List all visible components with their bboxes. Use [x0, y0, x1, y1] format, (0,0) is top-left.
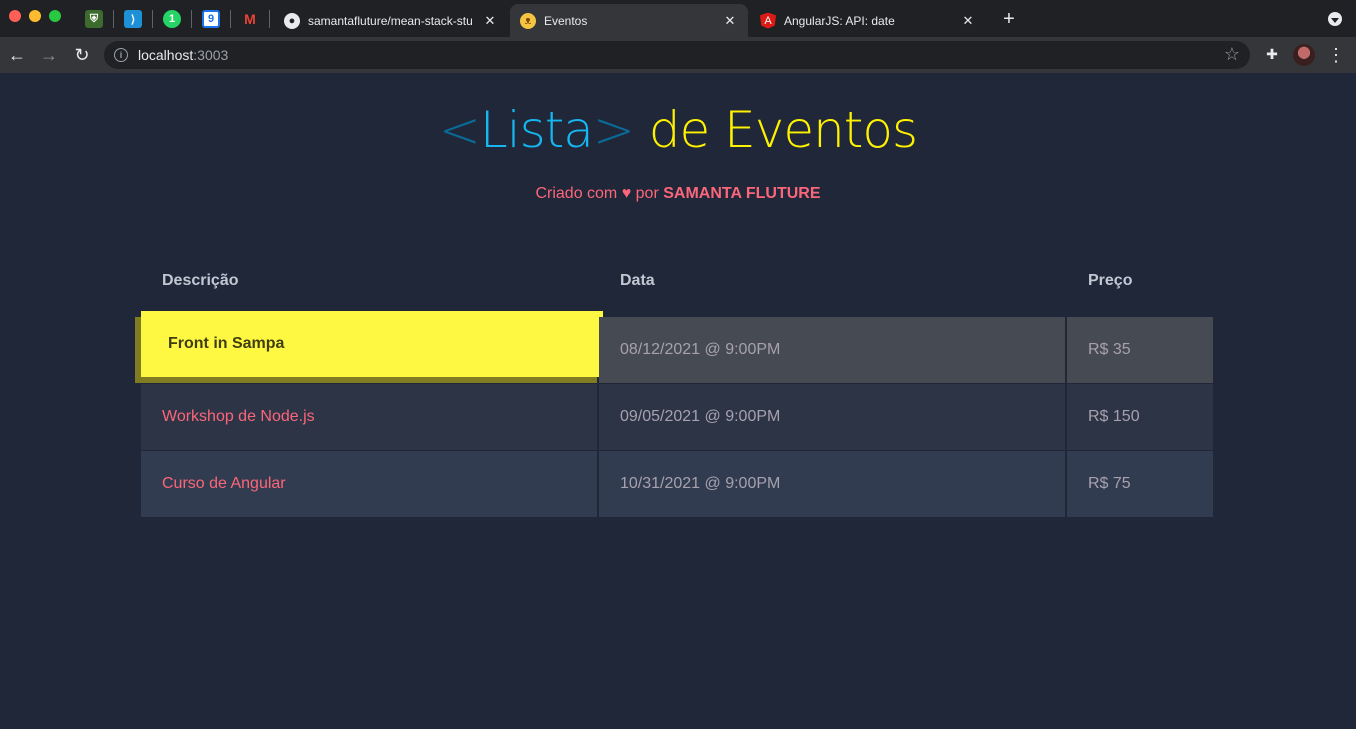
more-menu-icon[interactable]: ⋮ — [1326, 44, 1346, 66]
cell-descricao[interactable]: Front in Sampa — [141, 311, 603, 383]
header-descricao: Descrição — [162, 272, 239, 289]
calendar-icon[interactable]: 9 — [202, 10, 220, 28]
cell-preco: R$ 75 — [1067, 451, 1213, 517]
site-info-icon[interactable]: i — [114, 48, 128, 62]
tab-eventos[interactable]: ᴥ Eventos ✕ — [510, 4, 748, 37]
title-bracket-close: > — [592, 101, 635, 159]
bracket-app-icon[interactable]: ⟩ — [124, 10, 142, 28]
close-tab-icon[interactable]: ✕ — [482, 13, 498, 29]
profile-avatar[interactable] — [1293, 44, 1315, 66]
close-tab-icon[interactable]: ✕ — [960, 13, 976, 29]
title-bracket-open: < — [438, 101, 481, 159]
title-rest: de Eventos — [633, 101, 918, 159]
page-title: <Lista> de Eventos — [0, 101, 1356, 159]
tab-separator — [230, 10, 231, 28]
zoom-window-button[interactable] — [49, 10, 61, 22]
back-arrow-icon[interactable]: ← — [5, 43, 29, 67]
github-icon: ● — [284, 12, 300, 29]
tab-separator — [269, 10, 270, 28]
tab-separator — [152, 10, 153, 28]
address-bar[interactable]: i localhost:3003 ☆ — [104, 41, 1250, 69]
browser-tabstrip: ⛨ ⟩ 1 9 M ● samantafluture/mean-stack-st… — [0, 0, 1356, 37]
close-tab-icon[interactable]: ✕ — [722, 13, 738, 29]
cat-icon: ᴥ — [520, 12, 536, 29]
table-row[interactable]: Workshop de Node.js 09/05/2021 @ 9:00PM … — [141, 384, 1213, 451]
cell-data: 08/12/2021 @ 9:00PM — [599, 317, 1065, 383]
tab-title: Eventos — [544, 13, 588, 28]
tab-separator — [113, 10, 114, 28]
cell-descricao[interactable]: Curso de Angular — [141, 451, 597, 517]
new-tab-button[interactable]: + — [998, 8, 1020, 30]
tab-separator — [191, 10, 192, 28]
url-host: localhost — [138, 47, 194, 63]
tab-search-icon[interactable] — [1328, 12, 1342, 26]
events-table: Descrição Data Preço Front in Sampa 08/1… — [141, 263, 1213, 518]
table-row[interactable]: Front in Sampa 08/12/2021 @ 9:00PM R$ 35 — [141, 311, 1213, 384]
subtitle: Criado com ♥ por SAMANTA FLUTURE — [0, 185, 1356, 203]
browser-toolbar: ← → ↻ i localhost:3003 ☆ ✚ ⋮ — [0, 37, 1356, 73]
subtitle-mid: por — [631, 185, 664, 202]
title-word: Lista — [479, 101, 594, 159]
subtitle-prefix: Criado com — [535, 185, 622, 202]
tab-angularjs[interactable]: A AngularJS: API: date ✕ — [750, 4, 986, 37]
table-row[interactable]: Curso de Angular 10/31/2021 @ 9:00PM R$ … — [141, 451, 1213, 518]
header-preco: Preço — [1088, 272, 1133, 289]
heart-icon: ♥ — [621, 185, 632, 202]
cell-data: 09/05/2021 @ 9:00PM — [599, 384, 1065, 450]
angular-icon: A — [760, 12, 776, 29]
url-text[interactable]: localhost:3003 — [138, 47, 228, 63]
coat-of-arms-icon[interactable]: ⛨ — [85, 10, 103, 28]
cell-preco: R$ 35 — [1067, 317, 1213, 383]
page-content: <Lista> de Eventos Criado com ♥ por SAMA… — [0, 73, 1356, 729]
gmail-icon[interactable]: M — [241, 10, 259, 28]
tab-title: AngularJS: API: date — [784, 13, 895, 28]
minimize-window-button[interactable] — [29, 10, 41, 22]
header-data: Data — [620, 272, 655, 289]
author-name: SAMANTA FLUTURE — [663, 185, 821, 202]
hover-highlight[interactable]: Front in Sampa — [141, 311, 603, 377]
tab-github[interactable]: ● samantafluture/mean-stack-stu ✕ — [274, 4, 508, 37]
bookmark-star-icon[interactable]: ☆ — [1224, 44, 1240, 65]
tab-title: samantafluture/mean-stack-stu — [308, 13, 473, 28]
cell-descricao[interactable]: Workshop de Node.js — [141, 384, 597, 450]
forward-arrow-icon[interactable]: → — [37, 43, 61, 67]
cell-preco: R$ 150 — [1067, 384, 1213, 450]
url-port: :3003 — [193, 47, 229, 63]
reload-icon[interactable]: ↻ — [70, 43, 94, 67]
close-window-button[interactable] — [9, 10, 21, 22]
extensions-puzzle-icon[interactable]: ✚ — [1263, 45, 1281, 63]
whatsapp-icon[interactable]: 1 — [163, 10, 181, 28]
table-header: Descrição Data Preço — [141, 263, 1213, 317]
cell-data: 10/31/2021 @ 9:00PM — [599, 451, 1065, 517]
